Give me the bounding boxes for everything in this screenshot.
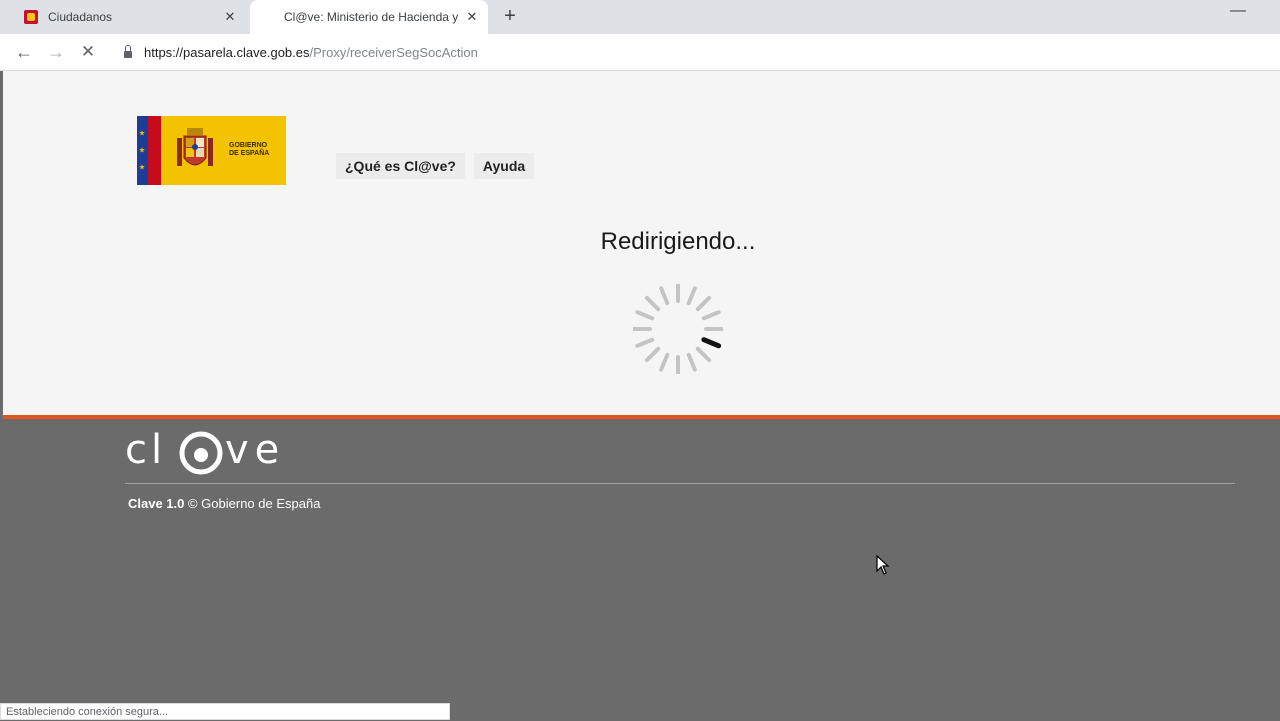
mouse-cursor-icon — [876, 555, 890, 575]
footer: cl ve Clave 1.0 © Gobierno de España — [3, 419, 1280, 720]
que-es-clave-link[interactable]: ¿Qué es Cl@ve? — [336, 153, 465, 179]
ayuda-link[interactable]: Ayuda — [473, 153, 535, 179]
tab-clave[interactable]: Cl@ve: Ministerio de Hacienda y ✕ — [250, 0, 488, 34]
address-bar[interactable]: https://pasarela.clave.gob.es/Proxy/rece… — [112, 38, 1272, 66]
lock-icon[interactable] — [124, 44, 132, 58]
minimize-window-button[interactable]: — — [1230, 2, 1246, 20]
logo-red-stripe — [148, 116, 161, 185]
spinner-segment — [701, 337, 722, 349]
tab-close-icon[interactable]: ✕ — [462, 9, 482, 25]
browser-tab-bar: Ciudadanos ✕ Cl@ve: Ministerio de Hacien… — [0, 0, 1280, 34]
logo-text-line-2: DE ESPAÑA — [229, 150, 270, 157]
page-content: GOBIERNO DE ESPAÑA ¿Qué es Cl@ve? Ayuda … — [3, 71, 1280, 415]
tab-ciudadanos[interactable]: Ciudadanos ✕ — [14, 0, 246, 34]
spinner-segment — [644, 346, 661, 363]
footer-divider — [125, 483, 1235, 484]
svg-text:cl: cl — [125, 427, 166, 473]
tab-title: Ciudadanos — [48, 10, 113, 24]
spinner-segment — [695, 346, 712, 363]
back-arrow-icon[interactable]: ← — [12, 40, 36, 64]
spinner-segment — [644, 295, 661, 312]
url-host: https://pasarela.clave.gob.es — [144, 44, 310, 60]
redirecting-heading: Redirigiendo... — [600, 228, 756, 255]
copyright-version: Clave 1.0 — [128, 496, 185, 511]
copyright-text: Clave 1.0 © Gobierno de España — [128, 496, 320, 511]
clave-logo: cl ve — [125, 427, 285, 475]
copyright-owner: © Gobierno de España — [184, 496, 321, 511]
stop-loading-icon[interactable]: ✕ — [76, 40, 100, 64]
spinner-segment — [686, 352, 697, 372]
status-bar: Estableciendo conexión segura... — [0, 703, 450, 720]
url-path: /Proxy/receiverSegSocAction — [309, 44, 478, 60]
spinner-segment — [635, 310, 655, 321]
loading-spinner-icon — [633, 284, 723, 374]
spinner-segment — [686, 286, 697, 306]
url-text[interactable]: https://pasarela.clave.gob.es/Proxy/rece… — [144, 45, 478, 60]
spinner-segment — [659, 352, 670, 372]
spinner-segment — [659, 286, 670, 306]
spinner-segment — [695, 295, 712, 312]
tab-title: Cl@ve: Ministerio de Hacienda y — [284, 10, 459, 24]
svg-text:ve: ve — [225, 427, 285, 473]
gobierno-de-espana-logo: GOBIERNO DE ESPAÑA — [137, 116, 286, 185]
spinner-segment — [701, 310, 721, 321]
browser-toolbar: ← → ✕ https://pasarela.clave.gob.es/Prox… — [0, 34, 1280, 71]
logo-text: GOBIERNO DE ESPAÑA — [229, 142, 269, 158]
spinner-segment — [635, 337, 655, 348]
coat-of-arms-icon — [177, 128, 213, 166]
logo-text-line-1: GOBIERNO — [229, 142, 268, 149]
forward-arrow-icon[interactable]: → — [44, 40, 68, 64]
new-tab-button[interactable]: + — [498, 5, 522, 28]
tab-close-icon[interactable]: ✕ — [220, 9, 240, 25]
spain-flag-favicon-icon — [24, 10, 38, 24]
header-nav: ¿Qué es Cl@ve? Ayuda — [336, 153, 535, 179]
